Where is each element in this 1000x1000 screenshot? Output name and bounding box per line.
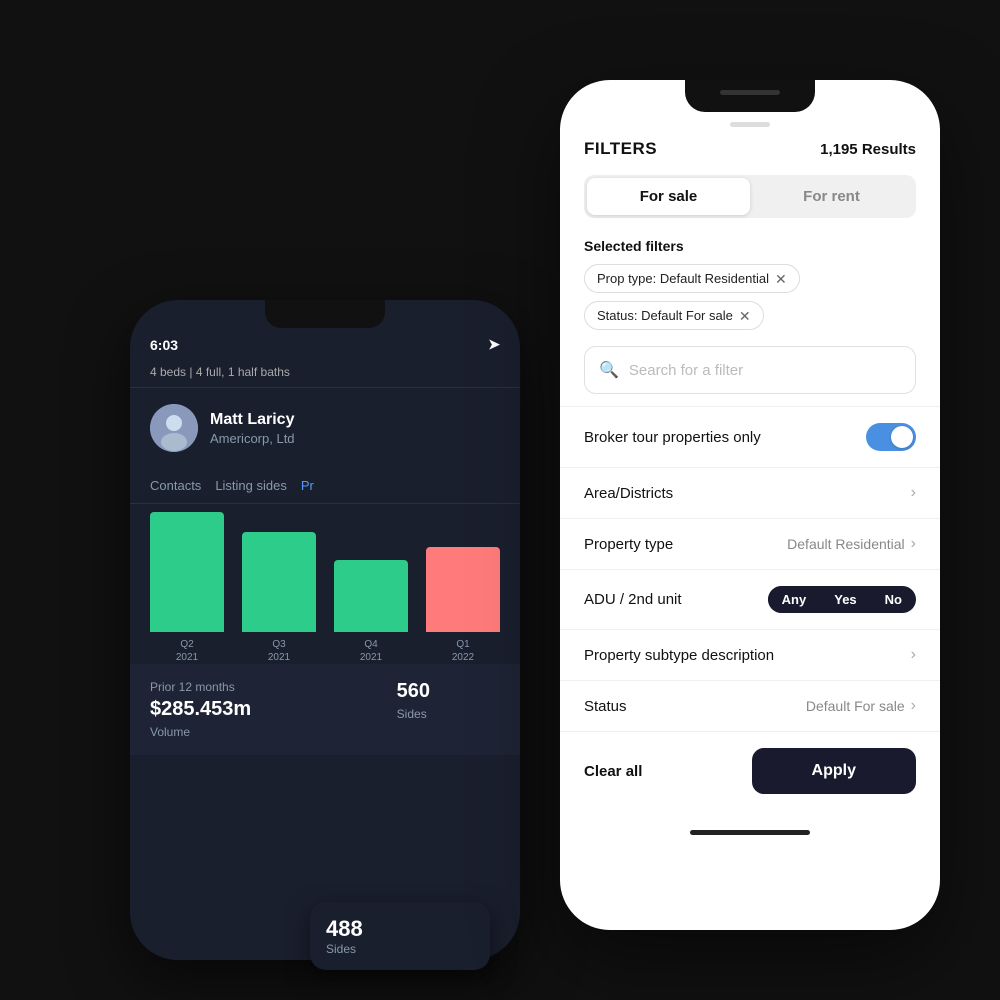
user-company: Americorp, Ltd: [210, 431, 295, 446]
chip-prop-type-remove[interactable]: ✕: [775, 272, 787, 286]
area-label: Area/Districts: [584, 485, 673, 502]
filters-title: FILTERS: [584, 139, 657, 159]
clear-all-button[interactable]: Clear all: [584, 763, 642, 780]
user-name: Matt Laricy: [210, 411, 295, 429]
stat-prior-label: Prior 12 months: [150, 680, 357, 694]
front-phone: FILTERS 1,195 Results For sale For rent …: [560, 80, 940, 930]
chip-status[interactable]: Status: Default For sale ✕: [584, 301, 764, 330]
stat-sides-value: 560: [397, 680, 500, 703]
status-label: Status: [584, 698, 627, 715]
status-value-text: Default For sale: [806, 698, 905, 714]
front-phone-notch: [685, 80, 815, 112]
tab-for-rent[interactable]: For rent: [750, 178, 913, 215]
property-type-value: Default Residential ›: [787, 535, 916, 553]
subtype-value: ›: [911, 646, 916, 664]
bar-chart: Q22021 Q32021 Q42021 Q12022: [130, 504, 520, 664]
bar-q2-2021: Q22021: [150, 512, 224, 664]
back-phone-location-icon: ➤: [488, 336, 500, 353]
small-card-label: Sides: [326, 942, 474, 956]
area-value: ›: [911, 484, 916, 502]
chip-prop-type[interactable]: Prop type: Default Residential ✕: [584, 264, 800, 293]
filter-row-broker-tour[interactable]: Broker tour properties only: [560, 406, 940, 467]
broker-tour-label: Broker tour properties only: [584, 429, 761, 446]
filter-row-property-type[interactable]: Property type Default Residential ›: [560, 518, 940, 569]
tab-contacts[interactable]: Contacts: [150, 468, 215, 503]
property-type-chevron-icon: ›: [911, 535, 916, 553]
small-card-value: 488: [326, 916, 474, 942]
stat-volume-value: $285.453m: [150, 698, 357, 721]
back-phone-tabs: Contacts Listing sides Pr: [130, 468, 520, 504]
back-phone-time: 6:03: [150, 337, 178, 353]
bar-label-q1: Q12022: [452, 638, 474, 664]
bar-q2: [150, 512, 224, 632]
filter-chips-container: Prop type: Default Residential ✕ Status:…: [560, 264, 940, 346]
back-phone-property-header: 4 beds | 4 full, 1 half baths: [130, 361, 520, 388]
status-chevron-icon: ›: [911, 697, 916, 715]
filter-row-status[interactable]: Status Default For sale ›: [560, 680, 940, 731]
subtype-chevron-icon: ›: [911, 646, 916, 664]
bar-q4: [334, 560, 408, 632]
bar-label-q4: Q42021: [360, 638, 382, 664]
filter-search-bar[interactable]: 🔍 Search for a filter: [584, 346, 916, 394]
apply-button[interactable]: Apply: [752, 748, 916, 794]
filters-results: 1,195 Results: [820, 141, 916, 158]
tab-for-sale[interactable]: For sale: [587, 178, 750, 215]
bar-label-q2: Q22021: [176, 638, 198, 664]
sale-rent-tabs[interactable]: For sale For rent: [584, 175, 916, 218]
tab-pr[interactable]: Pr: [301, 468, 328, 503]
back-phone-notch: [265, 300, 385, 328]
bar-q4-2021: Q42021: [334, 560, 408, 664]
filter-row-adu[interactable]: ADU / 2nd unit Any Yes No: [560, 569, 940, 629]
user-details: Matt Laricy Americorp, Ltd: [210, 411, 295, 446]
stat-volume: Prior 12 months $285.453m Volume: [130, 664, 377, 755]
selected-filters-label: Selected filters: [560, 238, 940, 264]
stats-row: Prior 12 months $285.453m Volume 560 Sid…: [130, 664, 520, 755]
user-info-row: Matt Laricy Americorp, Ltd: [130, 388, 520, 468]
area-chevron-icon: ›: [911, 484, 916, 502]
bottom-action-bar: Clear all Apply: [560, 731, 940, 822]
stat-sides-sublabel: Sides: [397, 707, 500, 721]
tab-listing-sides[interactable]: Listing sides: [215, 468, 301, 503]
adu-options-group[interactable]: Any Yes No: [768, 586, 916, 613]
broker-tour-toggle[interactable]: [866, 423, 916, 451]
search-placeholder: Search for a filter: [629, 362, 743, 379]
property-type-label: Property type: [584, 536, 673, 553]
filter-row-area[interactable]: Area/Districts ›: [560, 467, 940, 518]
status-value: Default For sale ›: [806, 697, 916, 715]
filter-row-subtype[interactable]: Property subtype description ›: [560, 629, 940, 680]
bar-q1: [426, 547, 500, 632]
chip-status-label: Status: Default For sale: [597, 308, 733, 323]
adu-option-any[interactable]: Any: [768, 586, 821, 613]
property-type-value-text: Default Residential: [787, 536, 905, 552]
bar-q3-2021: Q32021: [242, 532, 316, 664]
property-beds-baths: 4 beds | 4 full, 1 half baths: [150, 365, 290, 379]
notch-pill: [720, 90, 780, 95]
stat-volume-sublabel: Volume: [150, 725, 357, 739]
subtype-label: Property subtype description: [584, 647, 774, 664]
bar-label-q3: Q32021: [268, 638, 290, 664]
bar-q3: [242, 532, 316, 632]
home-indicator: [690, 830, 810, 835]
avatar: [150, 404, 198, 452]
back-phone: 6:03 ➤ 4 beds | 4 full, 1 half baths Mat…: [130, 300, 520, 960]
chip-status-remove[interactable]: ✕: [739, 309, 751, 323]
filters-header: FILTERS 1,195 Results: [560, 127, 940, 175]
adu-label: ADU / 2nd unit: [584, 591, 682, 608]
adu-option-yes[interactable]: Yes: [820, 586, 870, 613]
adu-option-no[interactable]: No: [871, 586, 916, 613]
chip-prop-type-label: Prop type: Default Residential: [597, 271, 769, 286]
search-icon: 🔍: [599, 360, 619, 380]
stat-sides: 560 Sides: [377, 664, 520, 755]
bar-q1-2022: Q12022: [426, 547, 500, 664]
small-stats-card: 488 Sides: [310, 902, 490, 970]
front-phone-inner: FILTERS 1,195 Results For sale For rent …: [560, 112, 940, 930]
